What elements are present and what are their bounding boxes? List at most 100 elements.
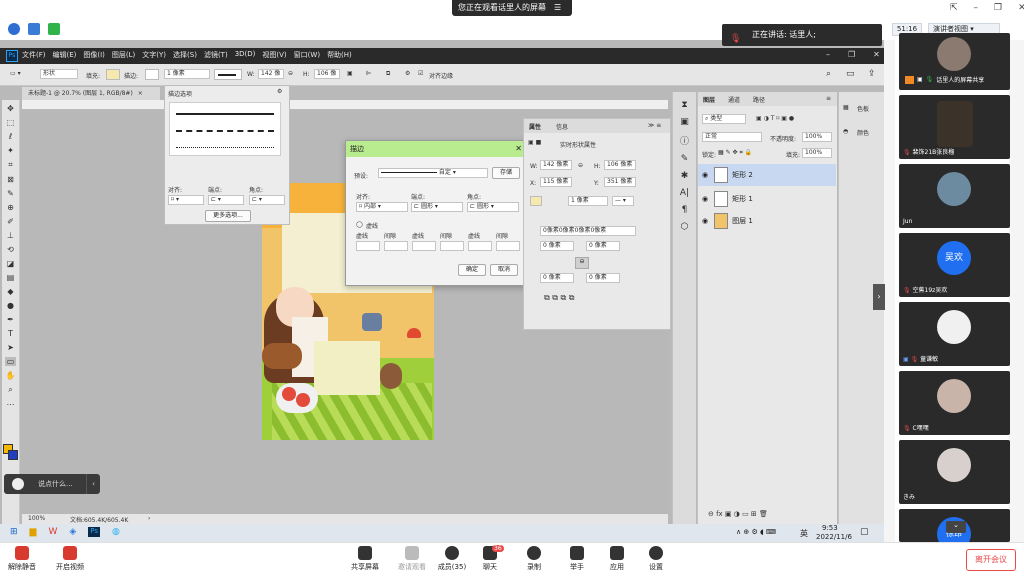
link-icon[interactable]: ⊖ [288,70,293,77]
menu-layer[interactable]: 图层(L) [112,50,135,62]
healing-tool-icon[interactable]: ⊕ [7,203,14,212]
stroke-solid[interactable] [176,113,274,115]
stamp-tool-icon[interactable]: ⊥ [7,231,14,240]
notification-icon[interactable]: ▢ [860,527,869,537]
document-tab[interactable]: 未标题-1 @ 20.7% (图层 1, RGB/8#) × [22,87,160,100]
layer-row[interactable]: ◉ 矩形 1 [698,188,836,210]
history-brush-icon[interactable]: ⟲ [7,245,14,254]
color-label[interactable]: 颜色 [857,128,869,137]
gradient-tool-icon[interactable]: ▤ [7,273,15,282]
tab-close-icon[interactable]: × [138,90,143,97]
brush-tool-icon[interactable]: ✐ [7,217,14,226]
visibility-icon[interactable]: ◉ [702,195,708,203]
swatches-icon[interactable]: ▦ [843,104,849,111]
collapse-chat-icon[interactable]: ‹ [86,474,100,494]
layer-footer-icons[interactable]: ⊖ fx ▣ ◑ ▭ ⊞ 🗑 [708,510,768,518]
stroke-size-input[interactable]: 1 像素 [164,69,210,79]
history-panel-icon[interactable]: ⧗ [681,100,687,110]
video-button[interactable]: 开启视频 [50,546,90,572]
shape-mode-select[interactable]: 形状 [40,69,78,79]
pen-tool-icon[interactable]: ✒ [7,315,14,324]
eyedropper-tool-icon[interactable]: ✎ [7,189,14,198]
minimize-icon[interactable]: – [974,3,979,13]
wand-tool-icon[interactable]: ✦ [7,146,14,155]
stroke-type-select[interactable] [214,69,242,80]
props-radius-bl[interactable]: 0 像素 [540,273,574,283]
swatches-label[interactable]: 色板 [857,104,869,113]
meeting-app-icon[interactable]: ◈ [69,527,76,537]
props-stroke-type[interactable]: — ▾ [612,196,634,206]
stroke-swatch[interactable] [145,69,159,80]
close-icon[interactable]: ✕ [1018,3,1024,13]
tab-layers[interactable]: 图层 [703,95,715,104]
brush-panel-icon[interactable]: ✱ [681,171,689,181]
shield-icon[interactable] [28,23,40,35]
save-preset-button[interactable]: 存储 [492,167,520,179]
dash-input-1[interactable] [356,241,380,251]
dialog-close-icon[interactable]: ✕ [515,141,522,157]
gap-input-1[interactable] [384,241,408,251]
unmute-button[interactable]: 解除静音 [2,546,42,572]
gap-input-3[interactable] [496,241,520,251]
corners-select[interactable]: ⊏ 圆形 ▾ [467,202,519,212]
props-radius-br[interactable]: 0 像素 [586,273,620,283]
stroke-corners-select[interactable]: ⊏ ▾ [249,195,285,205]
props-y-input[interactable]: 351 像素 [604,177,636,187]
participant-tile[interactable]: 🎙 裴饰21B张良榴 [899,95,1010,159]
fill-opacity-input[interactable]: 100% [802,148,832,158]
menu-select[interactable]: 选择(S) [173,50,197,62]
tab-properties[interactable]: 属性 [529,122,541,131]
wps-icon[interactable]: W [48,527,57,537]
photoshop-icon[interactable]: Ps [88,527,101,537]
apps-button[interactable]: 应用 [597,546,637,572]
visibility-icon[interactable]: ◉ [702,171,708,179]
path-select-icon[interactable]: ➤ [7,343,14,352]
lasso-tool-icon[interactable]: ℓ [9,132,12,141]
tab-paths[interactable]: 路径 [753,95,765,104]
menu-help[interactable]: 帮助(H) [327,50,352,62]
more-tools-icon[interactable]: ⋯ [7,400,15,409]
opacity-input[interactable]: 100% [802,132,832,142]
rectangle-shape[interactable] [314,341,380,395]
props-link-icon[interactable]: ⊖ [578,162,583,169]
more-options-button[interactable]: 更多选项... [205,210,251,222]
windows-start-icon[interactable]: ⊞ [10,527,18,537]
path-align-icon[interactable]: ⊫ [366,70,371,77]
props-stroke-size[interactable]: 1 像素 [568,196,608,206]
tab-channels[interactable]: 通道 [728,95,740,104]
ps-restore-icon[interactable]: ❐ [848,50,855,59]
settings-button[interactable]: 设置 [636,546,676,572]
align-edges-checkbox[interactable]: ☑ [418,70,423,77]
stroke-align-select[interactable]: ⌑ ▾ [168,195,204,205]
menu-3d[interactable]: 3D(D) [235,50,256,62]
dodge-tool-icon[interactable]: ● [7,301,14,310]
menu-file[interactable]: 文件(F) [22,50,46,62]
info-panel-icon[interactable]: ⓘ [680,134,689,147]
move-tool-icon[interactable]: ✥ [7,104,14,113]
menu-edit[interactable]: 编辑(E) [53,50,77,62]
dash-input-3[interactable] [468,241,492,251]
props-fill-swatch[interactable] [530,196,542,206]
zoom-level[interactable]: 100% [28,515,45,522]
lock-icons[interactable]: ▦ ✎ ✥ ⌗ 🔒 [718,149,752,157]
properties-panel-icon[interactable]: ▣ [680,117,689,127]
status-arrow-icon[interactable]: › [148,515,150,522]
pin-icon[interactable]: ⇱ [950,3,958,13]
preset-select[interactable]: 自定 ▾ [378,168,488,178]
crop-tool-icon[interactable]: ⌗ [8,160,13,170]
ime-indicator[interactable]: 英 [800,528,808,539]
adjust-panel-icon[interactable]: ✎ [681,154,689,164]
rectangle-tool-icon[interactable]: ▭ [4,357,17,366]
share-screen-button[interactable]: 共享屏幕 [345,546,385,572]
dash-input-2[interactable] [412,241,436,251]
explorer-icon[interactable]: ▆ [30,527,37,537]
blur-tool-icon[interactable]: ◆ [7,287,13,296]
chat-button[interactable]: 36 聊天 [470,545,510,572]
ps-minimize-icon[interactable]: – [826,50,830,59]
stroke-dashed[interactable] [176,130,274,132]
menu-view[interactable]: 视图(V) [262,50,286,62]
blend-mode-select[interactable]: 正常 [702,132,762,142]
caps-select[interactable]: ⊏ 圆形 ▾ [411,202,463,212]
scroll-down-icon[interactable]: ⌄ [946,521,966,533]
zoom-tool-icon[interactable]: ⌕ [8,385,12,395]
